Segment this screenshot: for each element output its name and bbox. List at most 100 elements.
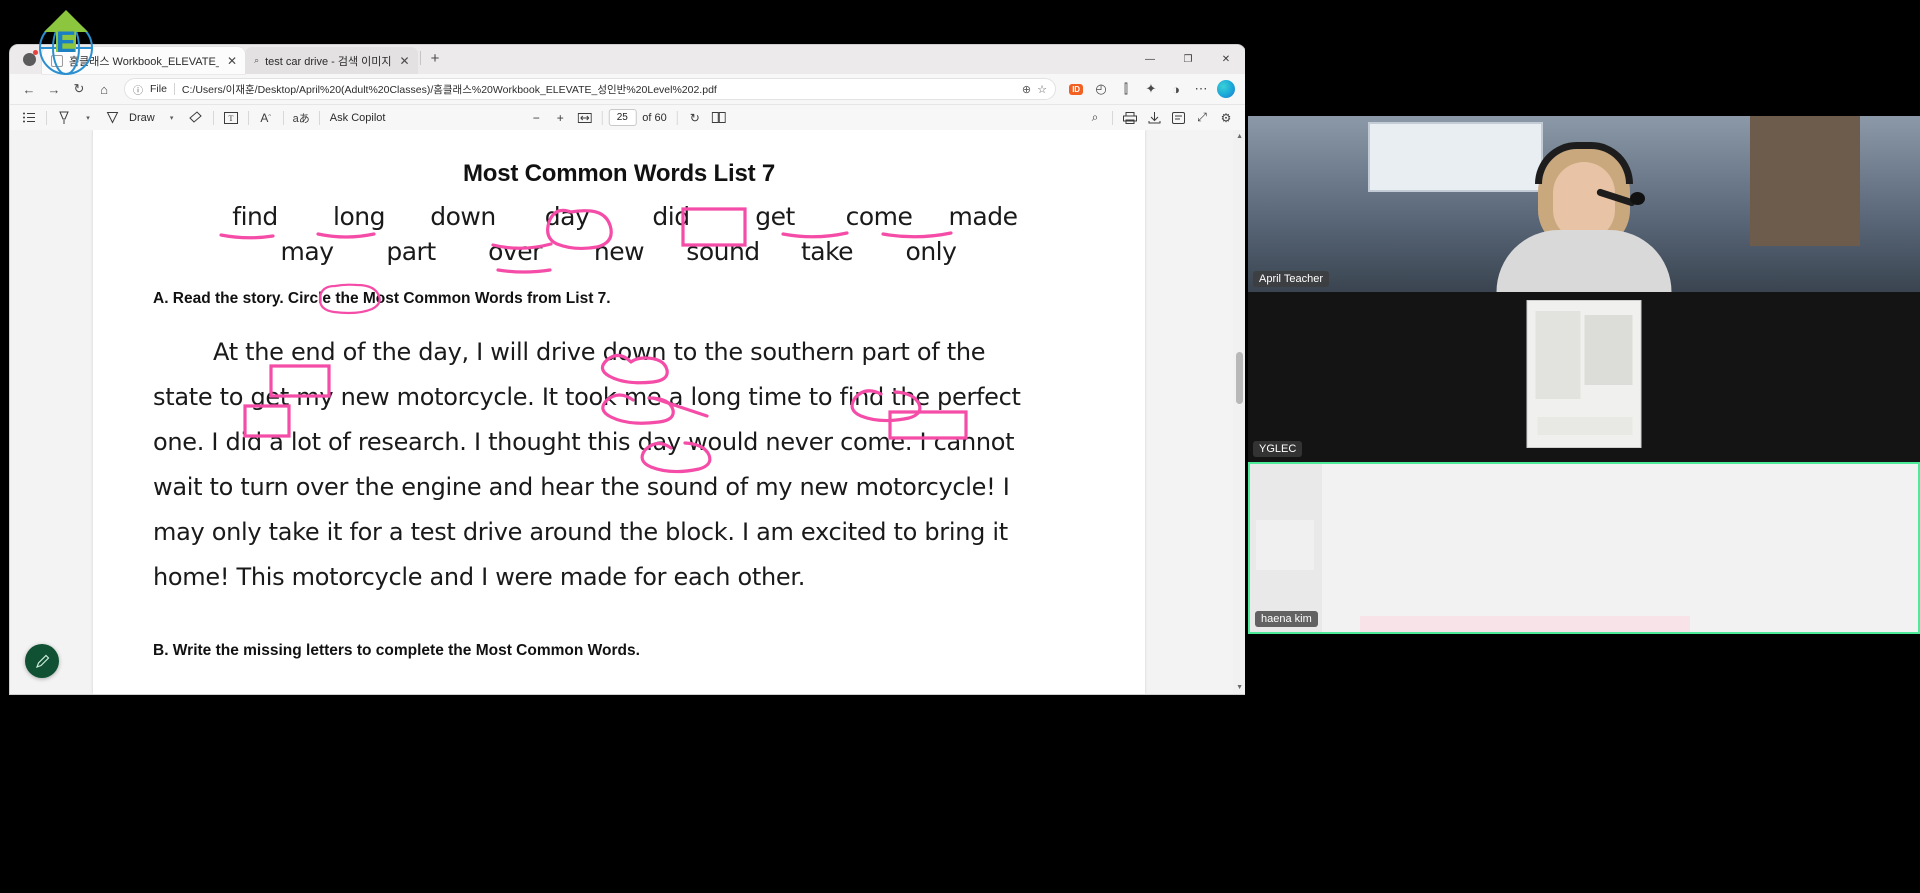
search-icon: ⌕	[254, 55, 260, 65]
toolbar-divider	[247, 110, 249, 125]
draw-label[interactable]: Draw	[125, 112, 159, 124]
pdf-toolbar-right: ⌕ ⤢ ⚙	[1084, 108, 1237, 128]
scroll-up-icon[interactable]: ▲	[1236, 133, 1243, 140]
url-text: C:/Users/이재훈/Desktop/April%20(Adult%20Cl…	[181, 83, 717, 96]
back-icon[interactable]: ←	[18, 78, 40, 100]
page-view-icon[interactable]	[708, 108, 730, 128]
story-line: home! This motorcycle and I were made fo…	[153, 563, 806, 591]
pdf-toolbar: ▾ Draw ▾ T Aᵔ aあ Ask Copilot − + 25 of 6…	[10, 104, 1245, 130]
tab-divider	[419, 50, 421, 65]
toolbar-divider	[46, 110, 47, 125]
home-icon[interactable]: ⌂	[93, 78, 115, 100]
eraser-icon[interactable]	[185, 108, 207, 128]
add-notes-icon[interactable]	[1167, 108, 1189, 128]
word-item: find	[232, 202, 278, 231]
participant-tile-teacher[interactable]: April Teacher	[1248, 116, 1920, 292]
split-screen-icon[interactable]: ⫿	[1115, 78, 1137, 100]
star-icon[interactable]: ☆	[1037, 83, 1047, 96]
close-button[interactable]: ✕	[1207, 45, 1245, 74]
word-item: day	[544, 202, 590, 231]
page-total-label: of 60	[642, 111, 667, 124]
window-controls: — ❐ ✕	[1131, 45, 1245, 74]
minimize-button[interactable]: —	[1131, 45, 1169, 74]
overlay-logo: E	[30, 8, 102, 80]
word-item: down	[430, 202, 496, 231]
tab-close-icon[interactable]: ✕	[225, 55, 239, 67]
fullscreen-icon[interactable]: ⤢	[1191, 108, 1213, 128]
screen: 홈클래스 Workbook_ELEVATE_성 ✕ ⌕ test car dri…	[0, 0, 1920, 893]
highlighter-dropdown-icon[interactable]: ▾	[77, 108, 99, 128]
forward-icon[interactable]: →	[43, 78, 65, 100]
scroll-down-icon[interactable]: ▼	[1236, 684, 1243, 691]
maximize-button[interactable]: ❐	[1169, 45, 1207, 74]
toolbar-divider	[676, 110, 678, 125]
word-list: find long down day did get come made may…	[153, 202, 1085, 266]
section-b-instruction: B. Write the missing letters to complete…	[153, 642, 640, 659]
edit-pdf-fab[interactable]	[25, 644, 59, 678]
word-item: come	[845, 202, 913, 231]
participant-tile-screenshare[interactable]: YGLEC	[1248, 292, 1920, 462]
address-bar[interactable]: ⓘ File C:/Users/이재훈/Desktop/April%20(Adu…	[124, 78, 1056, 100]
word-row: find long down day did get come made	[153, 202, 1085, 231]
pdf-page: Most Common Words List 7 find long down …	[93, 130, 1145, 694]
pdf-viewer: Most Common Words List 7 find long down …	[10, 130, 1245, 694]
search-in-document-icon[interactable]: ⌕	[1084, 108, 1106, 128]
story-line: may only take it for a test drive around…	[153, 518, 1008, 546]
logo-letter: E	[56, 26, 76, 59]
extension-badge-label: ID	[1069, 83, 1083, 95]
word-item: did	[652, 202, 690, 231]
participant-name-label: YGLEC	[1253, 441, 1303, 457]
zoom-out-button[interactable]: −	[525, 108, 547, 128]
browser-profile-icon[interactable]: ◑	[1165, 78, 1187, 100]
zoom-in-button[interactable]: +	[549, 108, 571, 128]
draw-pen-icon[interactable]	[101, 108, 123, 128]
participant-name-label: haena kim	[1255, 611, 1318, 627]
history-icon[interactable]: ◴	[1090, 78, 1112, 100]
collections-icon[interactable]: ✦	[1140, 78, 1162, 100]
more-icon[interactable]: ⋯	[1190, 78, 1212, 100]
info-icon[interactable]: ⓘ	[133, 82, 143, 97]
story-text: At the end of the day, I will drive down…	[153, 330, 1085, 600]
section-a-instruction: A. Read the story. Circle the Most Commo…	[153, 290, 611, 307]
toolbar-divider	[282, 110, 284, 125]
toolbar-divider	[1112, 110, 1113, 125]
extension-badge-icon[interactable]: ID	[1065, 78, 1087, 100]
word-item: sound	[686, 237, 760, 266]
toolbar-divider	[212, 110, 214, 125]
teacher-video-feed	[1248, 116, 1920, 292]
svg-text:T: T	[228, 114, 233, 123]
ask-copilot-button[interactable]: Ask Copilot	[326, 112, 390, 124]
rotate-icon[interactable]: ↻	[684, 108, 706, 128]
settings-icon[interactable]: ⚙	[1215, 108, 1237, 128]
story-line: state to get my new motorcycle. It took …	[153, 383, 1021, 411]
read-aloud-icon[interactable]: Aᵔ	[255, 108, 277, 128]
word-item: long	[333, 202, 385, 231]
copilot-icon[interactable]	[1215, 78, 1237, 100]
save-icon[interactable]	[1143, 108, 1165, 128]
pdf-page-controls: − + 25 of 60 ↻	[525, 108, 729, 128]
fit-page-icon[interactable]	[573, 108, 595, 128]
toolbar-divider	[601, 110, 603, 125]
new-tab-button[interactable]: +	[423, 50, 448, 69]
scrollbar-thumb[interactable]	[1236, 352, 1243, 404]
tab-search[interactable]: ⌕ test car drive - 검색 이미지 ✕	[245, 47, 418, 74]
whiteboard-content	[1250, 464, 1918, 632]
refresh-icon[interactable]: ↻	[68, 78, 90, 100]
text-box-icon[interactable]: T	[220, 108, 242, 128]
shared-screen-content	[1526, 300, 1642, 448]
translate-icon[interactable]: aあ	[290, 108, 313, 128]
tab-close-icon[interactable]: ✕	[398, 55, 412, 67]
print-icon[interactable]	[1119, 108, 1141, 128]
page-title: Most Common Words List 7	[462, 160, 776, 187]
page-number-input[interactable]: 25	[608, 109, 637, 126]
toolbar-divider	[318, 110, 320, 125]
table-of-contents-icon[interactable]	[18, 108, 40, 128]
file-scheme-label: File	[150, 83, 167, 95]
story-line: At the end of the day, I will drive down…	[213, 338, 986, 366]
zoom-magnifier-icon[interactable]: ⊕	[1022, 83, 1031, 96]
draw-dropdown-icon[interactable]: ▾	[161, 108, 183, 128]
viewer-scrollbar[interactable]: ▲ ▼	[1233, 130, 1245, 694]
participant-tile-whiteboard[interactable]: haena kim	[1248, 462, 1920, 634]
word-item: made	[948, 202, 1018, 231]
highlighter-icon[interactable]	[53, 108, 75, 128]
